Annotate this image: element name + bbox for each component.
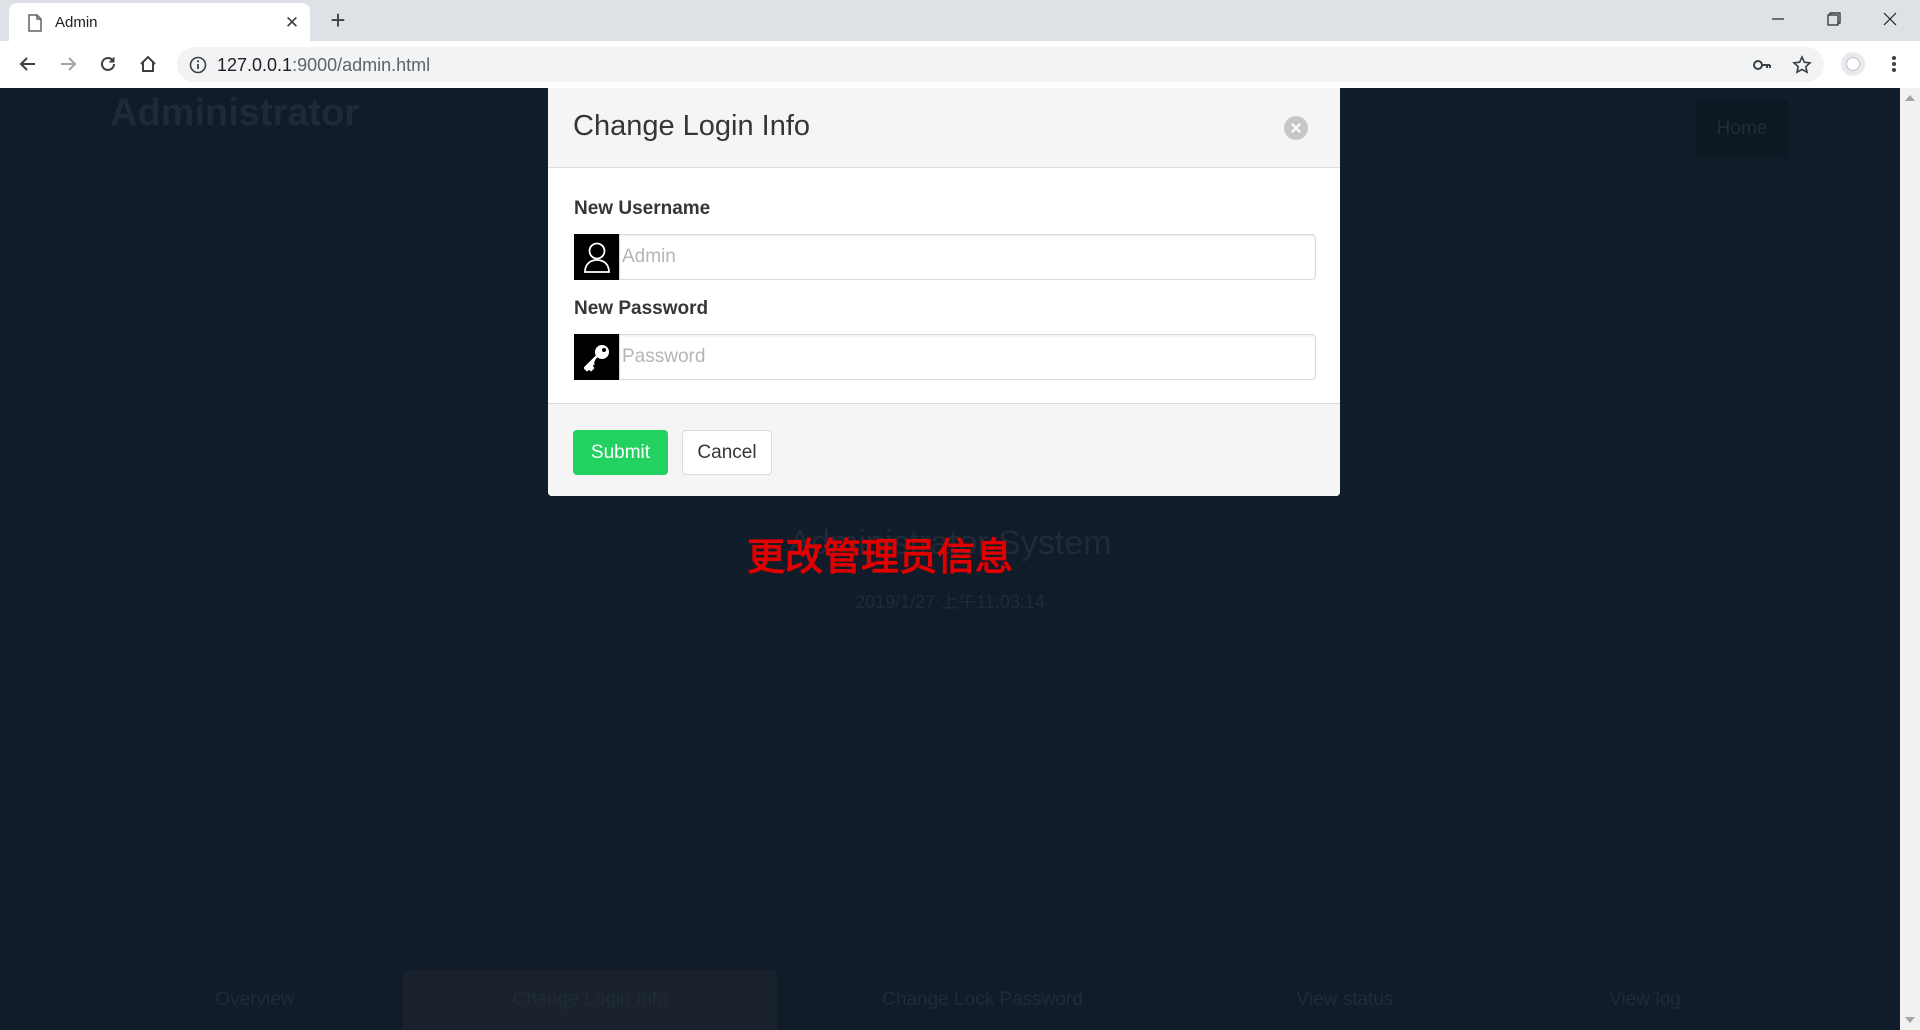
menu-icon[interactable] xyxy=(1879,49,1909,79)
forward-icon[interactable] xyxy=(53,49,83,79)
nav-overview[interactable]: Overview xyxy=(160,970,350,1030)
close-icon[interactable] xyxy=(1284,116,1308,140)
annotation-caption: 更改管理员信息 xyxy=(747,535,1014,579)
modal-header: Change Login Info xyxy=(548,88,1340,168)
username-field-group xyxy=(574,234,1316,280)
user-icon xyxy=(574,234,620,280)
nav-change-login-info[interactable]: Change Login Info xyxy=(403,970,777,1030)
page-icon xyxy=(28,14,42,32)
home-icon[interactable] xyxy=(133,49,163,79)
password-label: New Password xyxy=(574,298,709,319)
url-text[interactable]: 127.0.0.1:9000/admin.html xyxy=(217,55,430,76)
close-icon[interactable]: ✕ xyxy=(281,11,303,33)
username-label: New Username xyxy=(574,198,711,219)
cancel-button[interactable]: Cancel xyxy=(682,430,772,475)
scroll-down-arrow-icon[interactable] xyxy=(1905,1017,1915,1023)
username-input[interactable] xyxy=(619,234,1316,280)
restore-icon[interactable] xyxy=(1806,0,1862,38)
minimize-icon[interactable] xyxy=(1750,0,1806,38)
home-button[interactable]: Home xyxy=(1696,100,1788,158)
page-scrollbar[interactable] xyxy=(1900,88,1920,1030)
nav-view-status[interactable]: View status xyxy=(1255,970,1435,1030)
key-icon xyxy=(574,334,620,380)
address-bar[interactable]: 127.0.0.1:9000/admin.html xyxy=(177,47,1824,82)
window-close-icon[interactable] xyxy=(1862,0,1918,38)
browser-toolbar: 127.0.0.1:9000/admin.html xyxy=(0,41,1920,88)
change-login-modal: Change Login Info New Username New Passw… xyxy=(548,88,1340,496)
submit-button[interactable]: Submit xyxy=(573,430,668,475)
scroll-up-arrow-icon[interactable] xyxy=(1905,95,1915,101)
back-icon[interactable] xyxy=(13,49,43,79)
profile-icon[interactable] xyxy=(1838,49,1868,79)
password-input[interactable] xyxy=(619,334,1316,380)
brand-title: Administrator xyxy=(110,92,360,134)
page-viewport: Administrator Home Administrator System … xyxy=(0,88,1900,1030)
modal-title: Change Login Info xyxy=(573,110,811,142)
info-icon[interactable] xyxy=(189,56,207,74)
password-field-group xyxy=(574,334,1316,380)
browser-tab[interactable]: Admin ✕ xyxy=(9,3,310,41)
plus-icon[interactable]: + xyxy=(324,6,352,34)
bottom-nav: Overview Change Login Info Change Lock P… xyxy=(0,970,1900,1030)
nav-view-log[interactable]: View log xyxy=(1580,970,1710,1030)
tab-title: Admin xyxy=(55,14,98,31)
modal-footer: Submit Cancel xyxy=(548,403,1340,496)
key-icon[interactable] xyxy=(1751,54,1773,76)
star-icon[interactable] xyxy=(1791,54,1813,76)
hero-timestamp: 2019/1/27 上午11:03:14 xyxy=(855,592,1045,612)
reload-icon[interactable] xyxy=(93,49,123,79)
browser-tab-bar: Admin ✕ + xyxy=(0,0,1920,41)
nav-change-lock-password[interactable]: Change Lock Password xyxy=(850,970,1115,1030)
